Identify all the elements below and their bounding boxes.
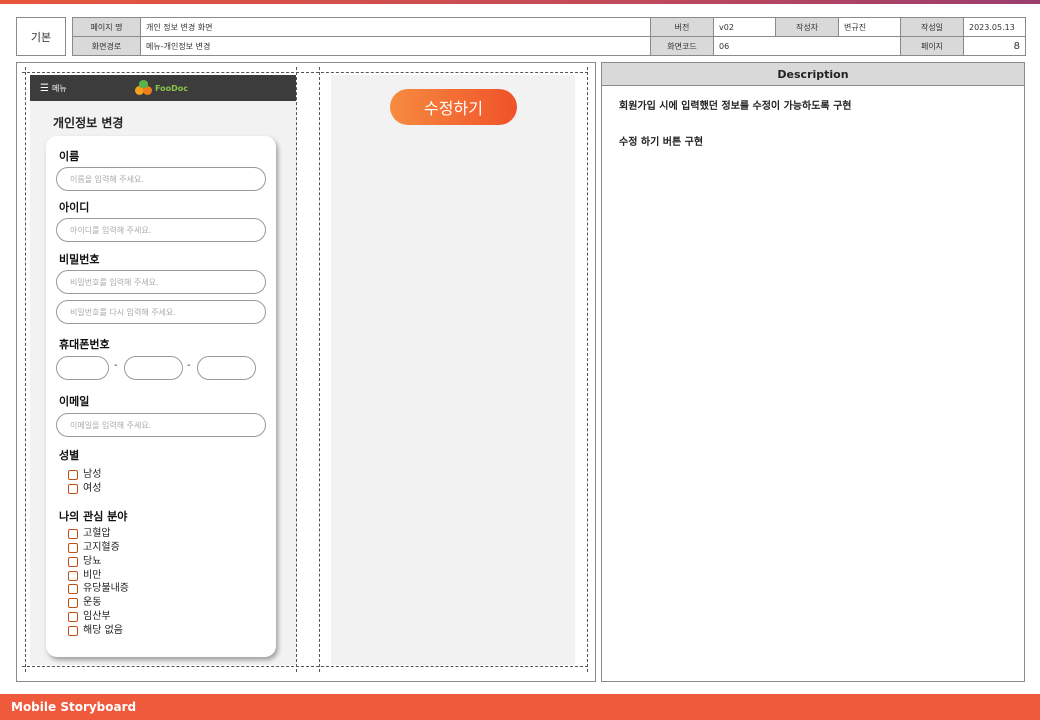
checkbox-icon[interactable] [68,626,78,636]
gender-option[interactable]: 여성 [68,482,101,496]
guide-bottom [22,666,588,667]
date-label: 작성일 [900,17,964,37]
description-panel: Description 회원가입 시에 입력했던 정보를 수정이 가능하도록 구… [601,62,1025,682]
gender-label: 성별 [59,449,80,462]
interest-option[interactable]: 유당불내증 [68,582,129,596]
interest-option[interactable]: 고혈압 [68,527,111,541]
description-line: 수정 하기 버튼 구현 [619,137,704,148]
name-input[interactable]: 이름을 입력해 주세요. [56,167,266,191]
author-value: 변규진 [838,17,901,37]
email-input[interactable]: 이메일을 입력해 주세요. [56,413,266,437]
interest-option[interactable]: 고지혈증 [68,541,120,555]
checkbox-icon[interactable] [68,543,78,553]
menu-label[interactable]: 메뉴 [52,83,67,94]
phone-separator: - [187,360,191,371]
checkbox-icon[interactable] [68,584,78,594]
checkbox-icon[interactable] [68,484,78,494]
path-value: 메뉴-개인정보 변경 [140,36,651,56]
guide-v1 [25,67,26,672]
menu-icon[interactable]: ☰ [40,83,49,94]
path-label: 화면경로 [72,36,141,56]
checkbox-icon[interactable] [68,557,78,567]
checkbox-icon[interactable] [68,598,78,608]
name-label: 이름 [59,150,80,163]
gender-option[interactable]: 남성 [68,468,101,482]
interest-option[interactable]: 운동 [68,596,101,610]
footer-bar: Mobile Storyboard [0,694,1040,720]
interest-option[interactable]: 해당 없음 [68,624,123,638]
page-name-value: 개인 정보 변경 화면 [140,17,651,37]
checkbox-icon[interactable] [68,571,78,581]
guide-v4 [587,67,588,672]
version-value: v02 [713,17,776,37]
password-confirm-input[interactable]: 비밀번호를 다시 입력해 주세요. [56,300,266,324]
interest-option[interactable]: 당뇨 [68,555,101,569]
password-input[interactable]: 비밀번호를 입력해 주세요. [56,270,266,294]
interest-option[interactable]: 임산부 [68,610,111,624]
foodoc-logo[interactable]: FooDoc [135,80,188,96]
code-label: 화면코드 [650,36,714,56]
id-input[interactable]: 아이디를 입력해 주세요. [56,218,266,242]
meta-table: 페이지 명 개인 정보 변경 화면 버전 v02 작성자 변규진 작성일 202… [72,17,1026,56]
app-top-bar: ☰ 메뉴 FooDoc [30,75,296,101]
code-value: 06 [713,36,901,56]
phone-input-2[interactable] [124,356,183,380]
interest-label: 나의 관심 분야 [59,510,128,523]
version-label: 버전 [650,17,714,37]
guide-v2 [296,67,297,672]
phone-input-3[interactable] [197,356,256,380]
author-label: 작성자 [775,17,839,37]
description-line: 회원가입 시에 입력했던 정보를 수정이 가능하도록 구현 [619,101,852,112]
guide-v3 [319,67,320,672]
description-title: Description [602,63,1024,86]
checkbox-icon[interactable] [68,529,78,539]
guide-top [22,72,588,73]
component-panel [331,75,575,665]
checkbox-icon[interactable] [68,612,78,622]
page-title: 개인정보 변경 [53,116,124,130]
profile-form-card: 이름 이름을 입력해 주세요. 아이디 아이디를 입력해 주세요. 비밀번호 비… [46,136,276,657]
phone-input-1[interactable] [56,356,109,380]
page-number: 8 [963,36,1026,56]
date-value: 2023.05.13 [963,17,1026,37]
phone-separator: - [114,360,118,371]
id-label: 아이디 [59,201,90,214]
foodoc-logo-icon [135,80,153,96]
email-label: 이메일 [59,395,90,408]
checkbox-icon[interactable] [68,470,78,480]
page-label: 페이지 [900,36,964,56]
phone-label: 휴대폰번호 [59,338,110,351]
interest-option[interactable]: 비만 [68,569,101,583]
doc-type-cell: 기본 [16,17,66,56]
logo-text: FooDoc [155,83,189,93]
phone-screen: ☰ 메뉴 FooDoc 개인정보 변경 이름 이름을 입력해 주세요. 아이디 … [30,75,296,665]
password-label: 비밀번호 [59,253,100,266]
edit-button[interactable]: 수정하기 [390,89,517,125]
page-name-label: 페이지 명 [72,17,141,37]
top-accent-bar [0,0,1040,4]
footer-label: Mobile Storyboard [11,700,137,714]
